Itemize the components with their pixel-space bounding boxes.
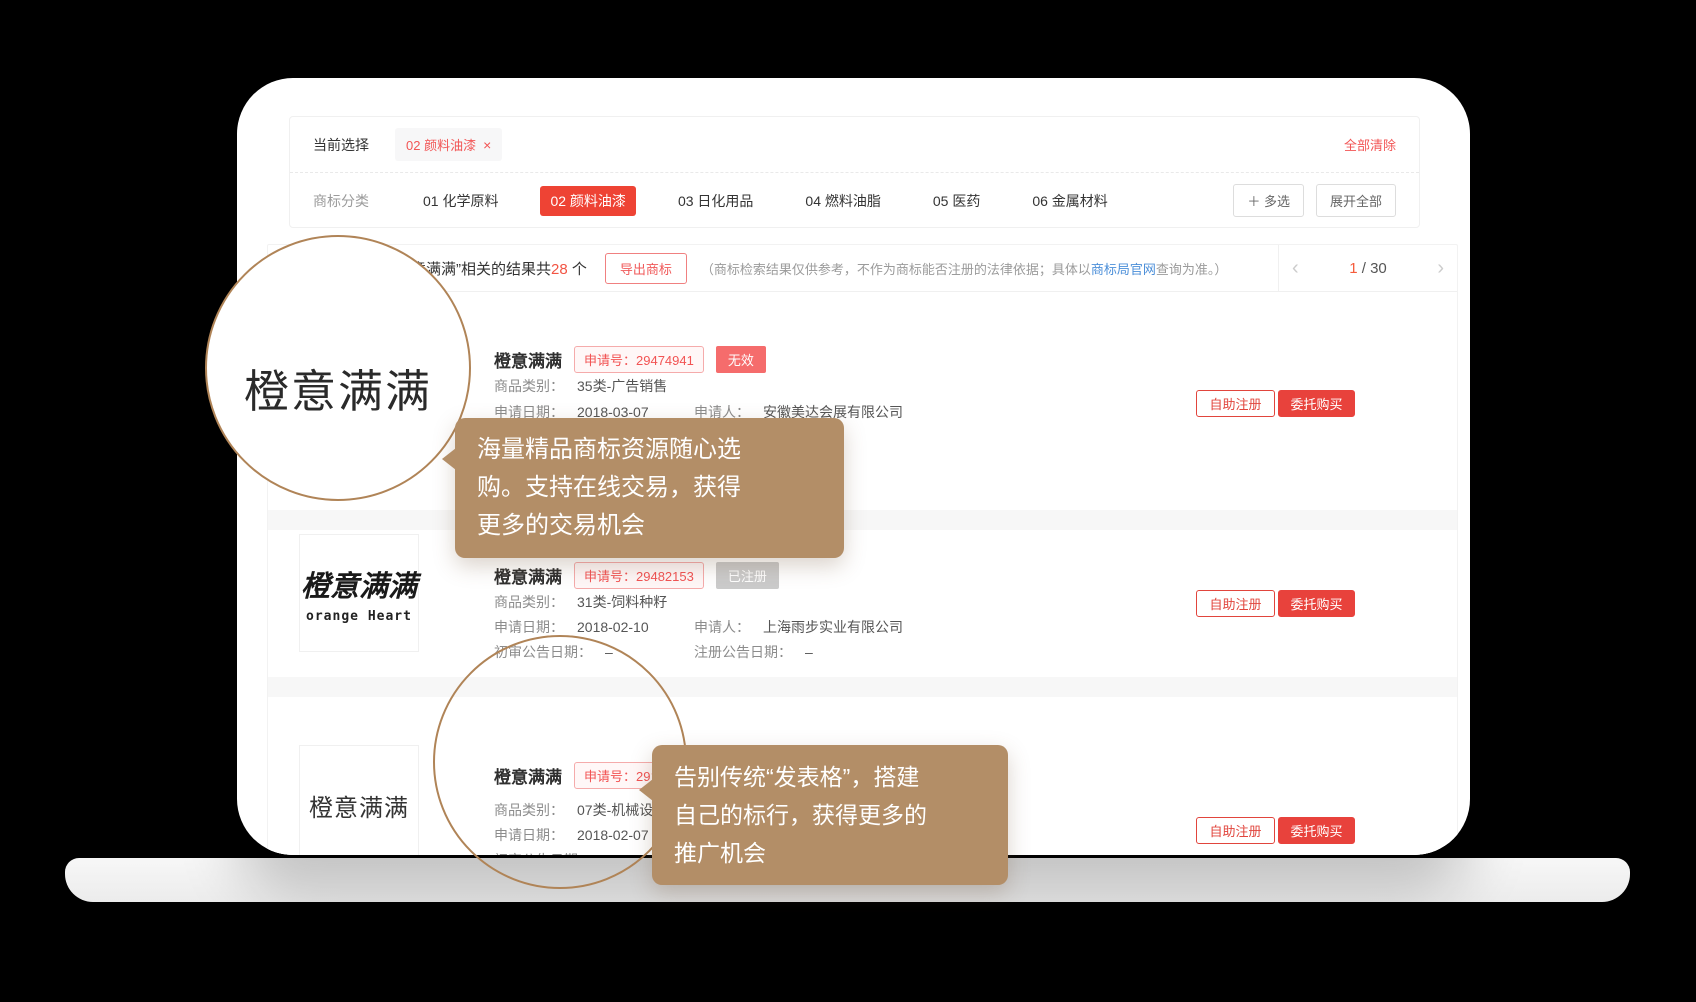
- official-site-link[interactable]: 商标局官网: [1091, 262, 1156, 277]
- disclaimer-text: （商标检索结果仅供参考，不作为商标能否注册的法律依据；具体以: [701, 262, 1091, 277]
- multi-select-button[interactable]: ＋ 多选: [1233, 184, 1304, 217]
- magnifier-circle-1: 橙意满满: [205, 235, 471, 501]
- selected-filter-tag[interactable]: 02 颜料油漆 ×: [395, 128, 502, 161]
- current-selection-label: 当前选择: [313, 135, 369, 155]
- self-register-button[interactable]: 自助注册: [1196, 390, 1275, 417]
- page-indicator: 1 / 30: [1349, 260, 1387, 277]
- field-label: 申请人：: [694, 619, 750, 635]
- self-register-button[interactable]: 自助注册: [1196, 817, 1275, 844]
- results-summary-unit: 个: [568, 261, 587, 278]
- category-tab-03[interactable]: 03 日化用品: [668, 186, 763, 216]
- trademark-title-line: 橙意满满 申请号：29482153 已注册: [494, 562, 779, 589]
- field-label: 商品类别：: [494, 594, 564, 610]
- field-value: 35类-广告销售: [577, 378, 667, 394]
- entrust-purchase-button[interactable]: 委托购买: [1278, 590, 1355, 617]
- category-line: 商品类别： 35类-广告销售: [494, 376, 667, 396]
- category-filter-label: 商标分类: [313, 191, 369, 211]
- tooltip-line: 更多的交易机会: [477, 507, 822, 545]
- prev-page-icon[interactable]: ‹: [1292, 258, 1299, 278]
- application-number-label: 申请号：: [584, 569, 636, 584]
- tooltip-promotion: 告别传统“发表格”，搭建 自己的标行，获得更多的 推广机会: [652, 745, 1008, 885]
- tooltip-marketplace: 海量精品商标资源随心选 购。支持在线交易，获得 更多的交易机会: [455, 418, 844, 558]
- category-tab-04[interactable]: 04 燃料油脂: [795, 186, 890, 216]
- expand-all-button[interactable]: 展开全部: [1316, 184, 1396, 217]
- selected-filter-tag-label: 02 颜料油漆: [406, 135, 476, 154]
- category-tab-06[interactable]: 06 金属材料: [1022, 186, 1117, 216]
- disclaimer-suffix: 查询为准。）: [1156, 262, 1228, 277]
- category-row: 商标分类 01 化学原料 02 颜料油漆 03 日化用品 04 燃料油脂 05 …: [290, 173, 1419, 228]
- tooltip-line: 海量精品商标资源随心选: [477, 431, 822, 469]
- row-gap: [268, 677, 1457, 697]
- tooltip-line: 自己的标行，获得更多的: [674, 796, 986, 834]
- field-value: 31类-饲料种籽: [577, 594, 667, 610]
- application-number-value: 29474941: [636, 353, 694, 368]
- field-value: 上海雨步实业有限公司: [763, 619, 903, 635]
- magnifier-circle-2: [433, 635, 687, 889]
- application-number-label: 申请号：: [584, 353, 636, 368]
- screenshot-stage: 当前选择 02 颜料油漆 × 全部清除 商标分类 01 化学原料 02 颜料油漆…: [0, 0, 1696, 1002]
- tooltip-line: 购。支持在线交易，获得: [477, 469, 822, 507]
- field-value: –: [805, 644, 813, 660]
- field-label: 申请日期：: [494, 619, 564, 635]
- entrust-purchase-button[interactable]: 委托购买: [1278, 817, 1355, 844]
- trademark-name: 橙意满满: [494, 563, 562, 588]
- pagination: ‹ 1 / 30 ›: [1278, 245, 1457, 291]
- trademark-image-text: 橙意满满: [301, 563, 417, 605]
- trademark-image: 橙意满满 orange Heart: [299, 534, 419, 652]
- application-number-value: 29482153: [636, 569, 694, 584]
- disclaimer: （商标检索结果仅供参考，不作为商标能否注册的法律依据；具体以商标局官网查询为准。…: [701, 259, 1228, 278]
- page-separator: /: [1362, 260, 1366, 277]
- application-number-tag: 申请号：29474941: [574, 346, 704, 373]
- results-header: 为您共检索到“橙意满满”相关的结果共28 个 导出商标 （商标检索结果仅供参考，…: [268, 245, 1457, 292]
- status-badge-invalid: 无效: [716, 346, 766, 373]
- field-label: 商品类别：: [494, 378, 564, 394]
- date-line: 申请日期：2018-02-10 申请人：上海雨步实业有限公司: [494, 617, 649, 637]
- trademark-title-line: 橙意满满 申请号：29474941 无效: [494, 346, 766, 373]
- tooltip-line: 推广机会: [674, 834, 986, 872]
- category-tab-05[interactable]: 05 医药: [923, 186, 990, 216]
- entrust-purchase-button[interactable]: 委托购买: [1278, 390, 1355, 417]
- magnified-trademark-text: 橙意满满: [244, 355, 432, 420]
- tooltip-line: 告别传统“发表格”，搭建: [674, 758, 986, 796]
- status-badge-registered: 已注册: [716, 562, 779, 589]
- filter-card: 当前选择 02 颜料油漆 × 全部清除 商标分类 01 化学原料 02 颜料油漆…: [289, 116, 1420, 228]
- export-trademarks-button[interactable]: 导出商标: [605, 253, 687, 284]
- result-row-2: 橙意满满 orange Heart 橙意满满 申请号：29482153 已注册 …: [268, 530, 1457, 677]
- result-count: 28: [551, 261, 568, 278]
- clear-all-button[interactable]: 全部清除: [1344, 135, 1396, 154]
- trademark-image: 橙意满满: [299, 745, 419, 855]
- remove-tag-icon[interactable]: ×: [483, 138, 491, 152]
- category-tab-01[interactable]: 01 化学原料: [413, 186, 508, 216]
- trademark-image-subtext: orange Heart: [306, 609, 412, 624]
- current-page: 1: [1349, 260, 1357, 277]
- total-pages: 30: [1370, 260, 1387, 277]
- self-register-button[interactable]: 自助注册: [1196, 590, 1275, 617]
- category-line: 商品类别： 31类-饲料种籽: [494, 592, 667, 612]
- trademark-image-text: 橙意满满: [309, 788, 409, 823]
- next-page-icon[interactable]: ›: [1437, 258, 1444, 278]
- row-gap: [268, 510, 1457, 530]
- field-value: 2018-02-10: [577, 619, 649, 635]
- application-number-tag: 申请号：29482153: [574, 562, 704, 589]
- category-tab-02-selected[interactable]: 02 颜料油漆: [540, 186, 635, 216]
- current-selection-row: 当前选择 02 颜料油漆 × 全部清除: [290, 117, 1419, 172]
- field-label: 注册公告日期：: [694, 644, 792, 660]
- trademark-name: 橙意满满: [494, 347, 562, 372]
